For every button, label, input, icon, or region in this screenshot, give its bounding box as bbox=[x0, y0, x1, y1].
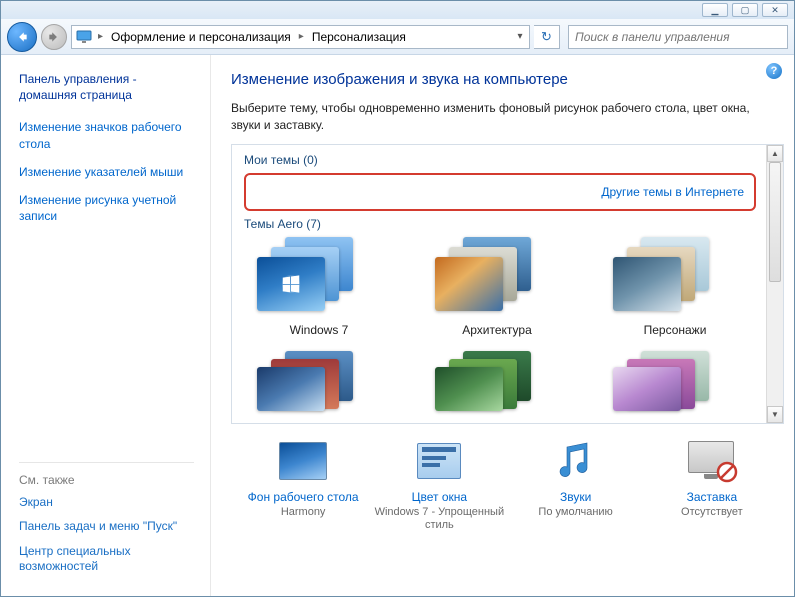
themes-panel: Мои темы (0) Другие темы в Интернете Тем… bbox=[231, 144, 784, 424]
forward-button[interactable] bbox=[41, 24, 67, 50]
theme-item[interactable] bbox=[600, 351, 750, 411]
wallpaper-icon bbox=[277, 438, 329, 484]
chevron-right-icon[interactable]: ▸ bbox=[297, 31, 306, 42]
arrow-right-icon bbox=[47, 30, 61, 44]
arrow-left-icon bbox=[15, 30, 29, 44]
address-bar[interactable]: ▸ Оформление и персонализация ▸ Персонал… bbox=[71, 25, 530, 49]
screensaver-option[interactable]: Заставка Отсутствует bbox=[647, 438, 777, 534]
music-notes-icon bbox=[550, 438, 602, 484]
breadcrumb-personalization[interactable]: Персонализация bbox=[306, 26, 412, 48]
option-title: Цвет окна bbox=[374, 490, 504, 505]
aero-theme-row-2 bbox=[244, 351, 756, 411]
search-box[interactable] bbox=[568, 25, 788, 49]
screensaver-disabled-icon bbox=[686, 438, 738, 484]
theme-label: Архитектура bbox=[422, 323, 572, 337]
seealso-display[interactable]: Экран bbox=[19, 495, 194, 511]
desktop-background-option[interactable]: Фон рабочего стола Harmony bbox=[238, 438, 368, 534]
navbar: ▸ Оформление и персонализация ▸ Персонал… bbox=[1, 19, 794, 55]
control-panel-window: ▁ ▢ ✕ ▸ Оформление и персонализация ▸ Пе… bbox=[0, 0, 795, 597]
window-color-icon bbox=[413, 438, 465, 484]
close-button[interactable]: ✕ bbox=[762, 3, 788, 17]
control-panel-home-link[interactable]: Панель управления - домашняя страница bbox=[19, 71, 194, 103]
scroll-thumb[interactable] bbox=[769, 162, 781, 282]
theme-windows7[interactable]: Windows 7 bbox=[244, 237, 394, 337]
sidebar-link-mouse-pointers[interactable]: Изменение указателей мыши bbox=[19, 164, 194, 180]
sidebar-link-desktop-icons[interactable]: Изменение значков рабочего стола bbox=[19, 119, 194, 151]
aero-theme-row-1: Windows 7 Архитектура bbox=[244, 237, 756, 337]
back-button[interactable] bbox=[7, 22, 37, 52]
breadcrumb-appearance[interactable]: Оформление и персонализация bbox=[105, 26, 297, 48]
seealso-accessibility[interactable]: Центр специальных возможностей bbox=[19, 544, 194, 575]
scrollbar[interactable]: ▲ ▼ bbox=[766, 145, 783, 423]
option-title: Заставка bbox=[647, 490, 777, 505]
sounds-option[interactable]: Звуки По умолчанию bbox=[511, 438, 641, 534]
option-subtitle: Harmony bbox=[238, 506, 368, 520]
aero-themes-heading: Темы Aero (7) bbox=[244, 217, 756, 231]
theme-characters[interactable]: Персонажи bbox=[600, 237, 750, 337]
my-themes-heading: Мои темы (0) bbox=[244, 153, 756, 167]
option-subtitle: Windows 7 - Упрощенный стиль bbox=[374, 506, 504, 534]
sidebar-link-account-picture[interactable]: Изменение рисунка учетной записи bbox=[19, 192, 194, 224]
page-title: Изменение изображения и звука на компьют… bbox=[231, 71, 784, 88]
option-title: Фон рабочего стола bbox=[238, 490, 368, 505]
refresh-button[interactable]: ↻ bbox=[534, 25, 560, 49]
option-subtitle: По умолчанию bbox=[511, 506, 641, 520]
scroll-down-button[interactable]: ▼ bbox=[767, 406, 783, 423]
online-themes-link[interactable]: Другие темы в Интернете bbox=[601, 185, 744, 199]
body: Панель управления - домашняя страница Из… bbox=[1, 55, 794, 596]
address-dropdown[interactable]: ▾ bbox=[511, 31, 529, 42]
titlebar: ▁ ▢ ✕ bbox=[1, 1, 794, 19]
online-themes-callout: Другие темы в Интернете bbox=[244, 173, 756, 211]
maximize-button[interactable]: ▢ bbox=[732, 3, 758, 17]
theme-architecture[interactable]: Архитектура bbox=[422, 237, 572, 337]
help-icon[interactable]: ? bbox=[766, 63, 782, 79]
theme-label: Windows 7 bbox=[244, 323, 394, 337]
chevron-right-icon[interactable]: ▸ bbox=[96, 31, 105, 42]
window-color-option[interactable]: Цвет окна Windows 7 - Упрощенный стиль bbox=[374, 438, 504, 534]
main-content: ? Изменение изображения и звука на компь… bbox=[211, 55, 794, 596]
page-description: Выберите тему, чтобы одновременно измени… bbox=[231, 100, 751, 134]
minimize-button[interactable]: ▁ bbox=[702, 3, 728, 17]
seealso-taskbar[interactable]: Панель задач и меню "Пуск" bbox=[19, 519, 194, 535]
scroll-up-button[interactable]: ▲ bbox=[767, 145, 783, 162]
windows-logo-icon bbox=[280, 273, 302, 295]
monitor-icon bbox=[74, 28, 94, 46]
theme-item[interactable] bbox=[422, 351, 572, 411]
theme-label: Персонажи bbox=[600, 323, 750, 337]
see-also-heading: См. также bbox=[19, 462, 194, 487]
search-input[interactable] bbox=[575, 30, 781, 44]
theme-item[interactable] bbox=[244, 351, 394, 411]
sidebar: Панель управления - домашняя страница Из… bbox=[1, 55, 211, 596]
option-subtitle: Отсутствует bbox=[647, 506, 777, 520]
option-title: Звуки bbox=[511, 490, 641, 505]
personalization-options: Фон рабочего стола Harmony Цвет окна Win… bbox=[231, 438, 784, 534]
